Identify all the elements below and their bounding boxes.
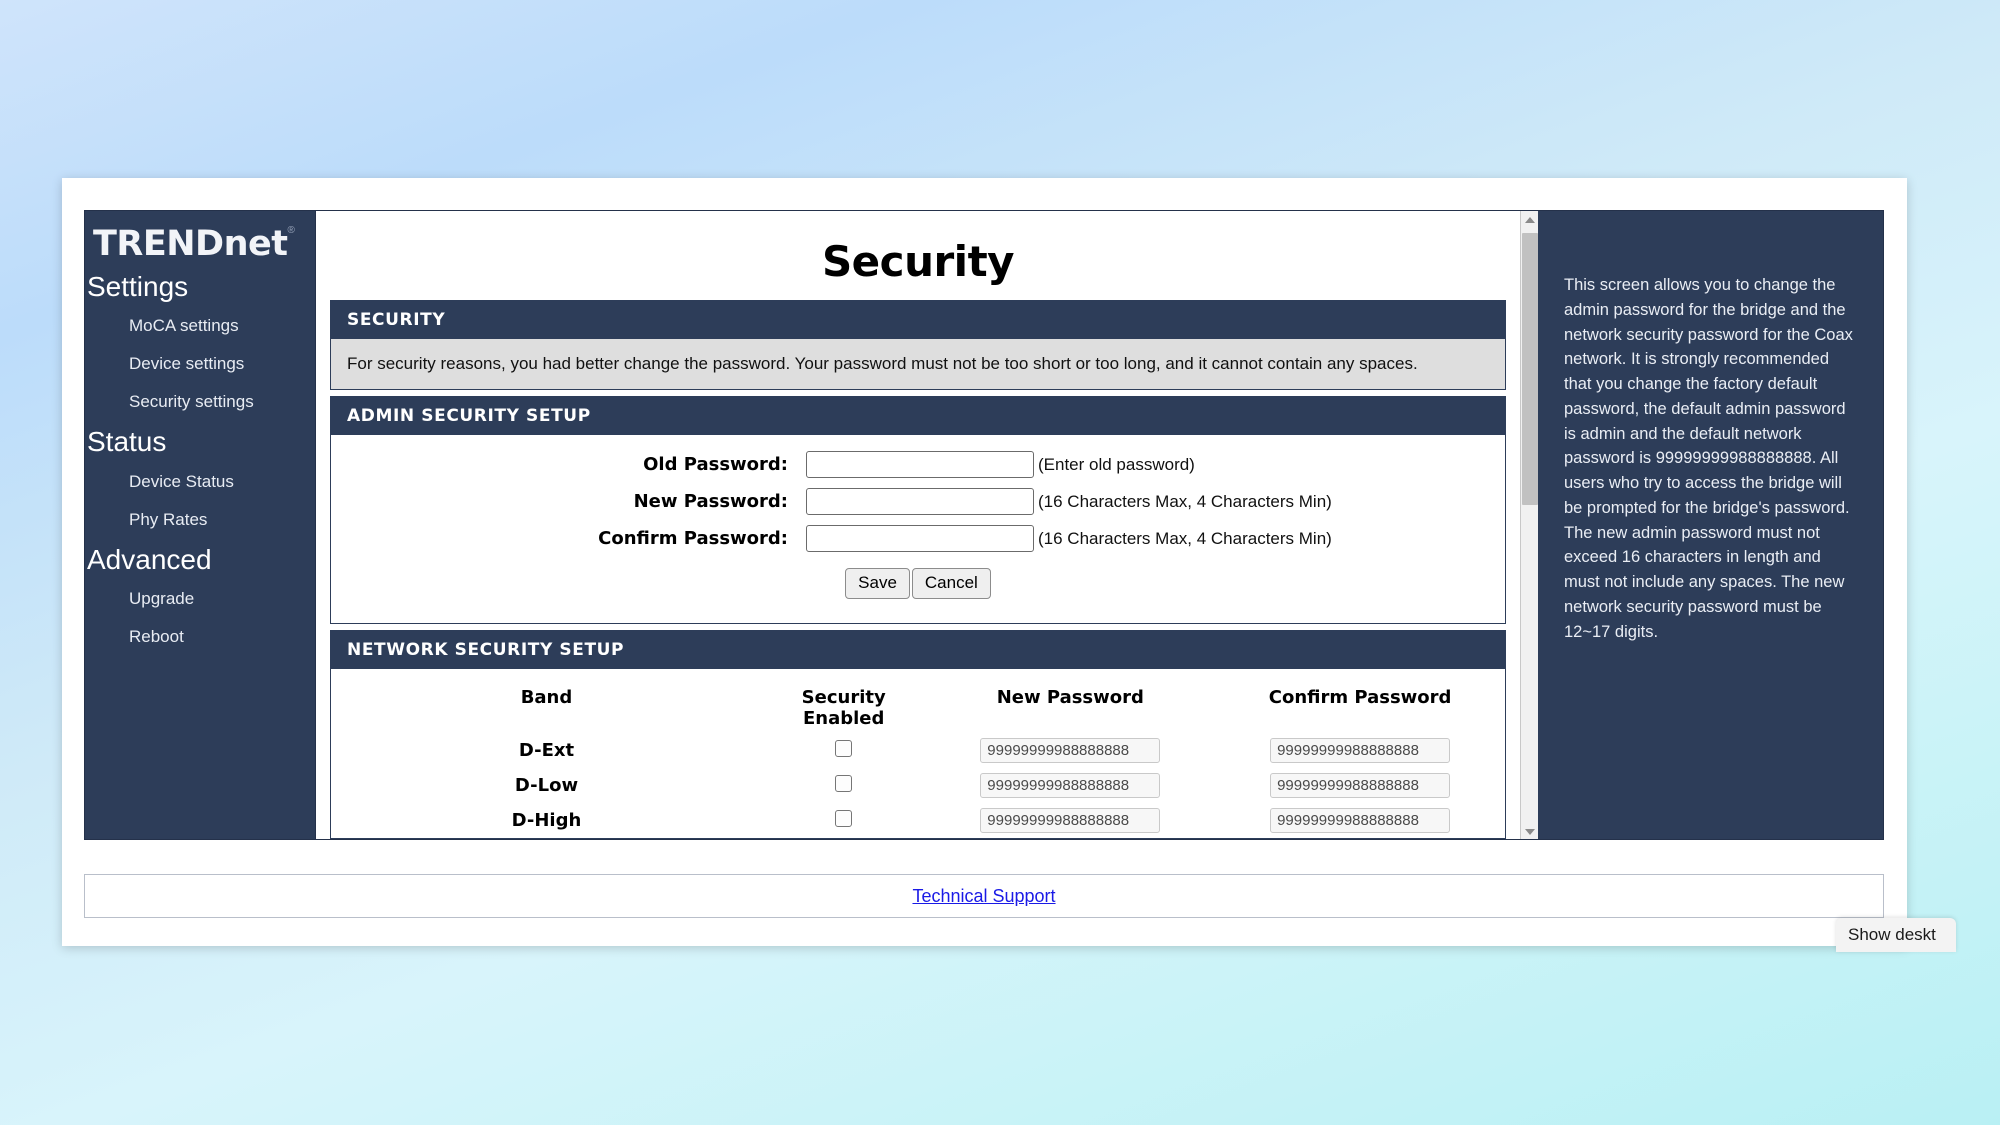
new-password-label: New Password: (633, 491, 788, 512)
network-confirm-password-input-d-low[interactable] (1270, 773, 1451, 798)
band-label-d-low: D-Low (514, 775, 579, 796)
table-row: D-Low (331, 768, 1505, 803)
admin-form-buttons: Save Cancel (331, 562, 1505, 613)
table-row: D-Ext (331, 733, 1505, 768)
page-title: Security (821, 237, 1015, 286)
page-footer: Technical Support (84, 874, 1884, 918)
scroll-down-arrow-icon[interactable] (1521, 823, 1538, 839)
table-row: D-High (331, 803, 1505, 838)
new-password-row: New Password: (16 Characters Max, 4 Char… (331, 488, 1505, 515)
new-password-cell-d-high (925, 803, 1215, 838)
confirm-password-cell-d-ext (1215, 733, 1505, 768)
confirm-password-cell-d-high (1215, 803, 1505, 838)
sidebar-item-device-settings[interactable]: Device settings (85, 345, 315, 383)
network-new-password-input-d-high[interactable] (980, 808, 1161, 833)
save-button[interactable]: Save (845, 568, 910, 599)
column-header-security-enabled: Security Enabled (762, 683, 925, 733)
trendnet-logo: TRENDnet ® (85, 221, 315, 266)
security-panel-header: SECURITY (331, 301, 1505, 339)
network-confirm-password-input-d-ext[interactable] (1270, 738, 1451, 763)
column-header-security-line1: Security (801, 687, 886, 708)
security-panel: SECURITY For security reasons, you had b… (330, 300, 1506, 390)
confirm-password-hint: (16 Characters Max, 4 Characters Min) (1038, 528, 1332, 548)
show-desktop-button[interactable]: Show deskt (1836, 918, 1956, 952)
help-panel-text: This screen allows you to change the adm… (1564, 276, 1853, 641)
band-label-d-high: D-High (511, 810, 582, 831)
sidebar-item-upgrade[interactable]: Upgrade (85, 580, 315, 618)
network-security-table: Band Security Enabled New Password Confi… (331, 683, 1505, 838)
band-label-d-ext: D-Ext (518, 740, 575, 761)
security-enabled-checkbox-d-low[interactable] (835, 774, 853, 792)
security-enabled-cell-d-low (762, 768, 925, 803)
brand-name: TRENDnet (93, 224, 288, 264)
column-header-new-password: New Password (996, 687, 1144, 708)
content-scroll-area: Security SECURITY For security reasons, … (315, 211, 1538, 839)
cancel-button[interactable]: Cancel (911, 568, 991, 599)
technical-support-link[interactable]: Technical Support (912, 886, 1055, 907)
network-security-panel-header: NETWORK SECURITY SETUP (331, 631, 1505, 669)
security-panel-note: For security reasons, you had better cha… (331, 339, 1505, 389)
sidebar-item-security-settings[interactable]: Security settings (85, 383, 315, 421)
network-new-password-input-d-low[interactable] (980, 773, 1161, 798)
network-confirm-password-input-d-high[interactable] (1270, 808, 1451, 833)
registered-mark-icon: ® (287, 225, 295, 236)
sidebar-section-settings: Settings (87, 271, 189, 302)
admin-security-panel-header: ADMIN SECURITY SETUP (331, 397, 1505, 435)
scrollbar-thumb[interactable] (1522, 233, 1538, 505)
security-enabled-cell-d-high (762, 803, 925, 838)
new-password-cell-d-ext (925, 733, 1215, 768)
table-header-row: Band Security Enabled New Password Confi… (331, 683, 1505, 733)
confirm-password-label: Confirm Password: (598, 528, 788, 549)
new-password-input[interactable] (806, 488, 1034, 515)
sidebar-section-status: Status (87, 426, 167, 458)
network-security-panel: NETWORK SECURITY SETUP Band Security Ena… (330, 630, 1506, 839)
column-header-security-line2: Enabled (802, 708, 885, 729)
new-password-hint: (16 Characters Max, 4 Characters Min) (1038, 491, 1332, 511)
browser-window: TRENDnet ® Settings MoCA settings Device … (62, 178, 1907, 946)
old-password-hint: (Enter old password) (1038, 454, 1195, 474)
network-new-password-input-d-ext[interactable] (980, 738, 1161, 763)
desktop-background: TRENDnet ® Settings MoCA settings Device … (0, 0, 2000, 1125)
router-admin-page: TRENDnet ® Settings MoCA settings Device … (84, 210, 1884, 840)
column-header-confirm-password: Confirm Password (1268, 687, 1452, 708)
column-header-band: Band (520, 687, 573, 708)
sidebar-item-phy-rates[interactable]: Phy Rates (85, 501, 315, 539)
old-password-row: Old Password: (Enter old password) (331, 451, 1505, 478)
help-panel: This screen allows you to change the adm… (1538, 211, 1883, 839)
content-scrollbar[interactable] (1520, 211, 1538, 839)
sidebar-item-moca-settings[interactable]: MoCA settings (85, 307, 315, 345)
security-enabled-checkbox-d-high[interactable] (835, 809, 853, 827)
new-password-cell-d-low (925, 768, 1215, 803)
confirm-password-cell-d-low (1215, 768, 1505, 803)
old-password-input[interactable] (806, 451, 1034, 478)
security-enabled-cell-d-ext (762, 733, 925, 768)
admin-security-panel: ADMIN SECURITY SETUP Old Password: (Ente… (330, 396, 1506, 624)
scroll-up-arrow-icon[interactable] (1521, 211, 1538, 229)
sidebar-item-device-status[interactable]: Device Status (85, 463, 315, 501)
sidebar-item-reboot[interactable]: Reboot (85, 618, 315, 656)
old-password-label: Old Password: (643, 454, 788, 475)
content-document: Security SECURITY For security reasons, … (316, 211, 1520, 839)
confirm-password-input[interactable] (806, 525, 1034, 552)
admin-security-form: Old Password: (Enter old password) New P… (331, 435, 1505, 623)
sidebar: TRENDnet ® Settings MoCA settings Device … (85, 211, 315, 839)
sidebar-section-advanced: Advanced (87, 543, 212, 575)
confirm-password-row: Confirm Password: (16 Characters Max, 4 … (331, 525, 1505, 552)
security-enabled-checkbox-d-ext[interactable] (835, 739, 853, 757)
